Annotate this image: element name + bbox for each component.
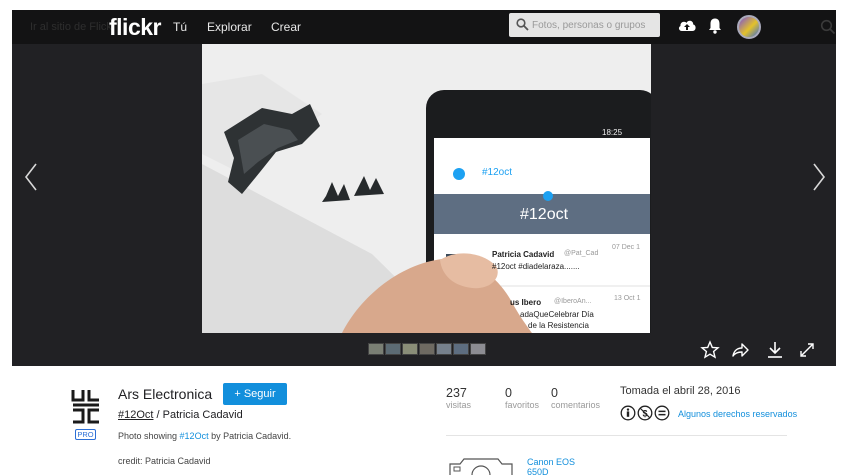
phone-app-title: #12oct — [482, 167, 513, 178]
tweet1-date: 07 Dec 1 — [612, 244, 641, 251]
filmstrip-thumb[interactable] — [436, 343, 452, 355]
skip-link[interactable]: Ir al sitio de Flickr — [30, 21, 116, 33]
camera-icon — [449, 458, 513, 475]
search-input[interactable] — [532, 16, 656, 34]
cc-noderivs-icon — [654, 405, 670, 421]
user-avatar[interactable] — [737, 15, 761, 39]
photo-filmstrip — [368, 343, 486, 355]
description-prefix: Photo showing — [118, 431, 180, 441]
share-icon[interactable] — [730, 340, 750, 360]
faves-count: 0 — [505, 386, 512, 400]
faves-stat: 0 favoritos — [505, 386, 539, 410]
fullscreen-icon[interactable] — [797, 340, 817, 360]
description-suffix: by Patricia Cadavid. — [208, 431, 292, 441]
filmstrip-thumb[interactable] — [453, 343, 469, 355]
nav-crear[interactable]: Crear — [271, 20, 301, 34]
cc-noncommercial-icon: $ — [637, 405, 653, 421]
tweet1-handle: @Pat_Cad — [564, 250, 599, 257]
star-icon[interactable] — [700, 340, 720, 360]
faves-label: favoritos — [505, 400, 540, 410]
tweet2-line1: adaQueCelebrar Día — [520, 310, 594, 319]
previous-photo-arrow[interactable] — [24, 162, 38, 192]
info-divider — [446, 435, 787, 436]
bell-icon[interactable] — [708, 17, 722, 35]
cc-attribution-icon — [620, 405, 636, 421]
tweet2-line2: de la Resistencia — [528, 321, 589, 330]
title-author: Patricia Cadavid — [162, 409, 243, 421]
filmstrip-thumb[interactable] — [470, 343, 486, 355]
upload-icon[interactable] — [677, 17, 697, 35]
tweet2-handle: @IberoAn... — [554, 298, 592, 305]
search-box[interactable] — [509, 13, 660, 37]
photo-stage: 18:25 #12oct #12oct Patricia Cadavid @Pa… — [12, 44, 836, 366]
pro-badge: PRO — [75, 429, 96, 440]
nav-explorar[interactable]: Explorar — [207, 20, 252, 34]
search-icon — [516, 18, 529, 31]
views-count: 237 — [446, 386, 467, 400]
title-separator: / — [153, 409, 163, 421]
owner-name-link[interactable]: Ars Electronica — [118, 386, 212, 402]
top-navigation-bar: Ir al sitio de Flickr flickr Tú Explorar… — [12, 10, 836, 44]
phone-banner-text: #12oct — [520, 206, 569, 223]
comments-count: 0 — [551, 386, 558, 400]
filmstrip-thumb[interactable] — [402, 343, 418, 355]
flickr-logo[interactable]: flickr — [109, 14, 161, 41]
filmstrip-thumb[interactable] — [385, 343, 401, 355]
tweet1-author: Patricia Cadavid — [492, 250, 555, 259]
follow-button[interactable]: + Seguir — [223, 383, 287, 405]
ghost-search-icon[interactable] — [820, 19, 836, 35]
download-icon[interactable] — [765, 340, 785, 360]
license-icons[interactable]: $ — [620, 405, 674, 421]
tweet1-text: #12oct #diadelaraza....... — [492, 262, 580, 271]
nav-tu[interactable]: Tú — [173, 20, 187, 34]
photo-title: #12Oct / Patricia Cadavid — [118, 409, 243, 421]
filmstrip-thumb[interactable] — [419, 343, 435, 355]
comments-label: comentarios — [551, 400, 601, 410]
photo-scene — [202, 44, 651, 333]
ars-electronica-logo-icon[interactable] — [71, 388, 101, 424]
photo-description: Photo showing #12Oct by Patricia Cadavid… — [118, 431, 291, 441]
photo-credit: credit: Patricia Cadavid — [118, 456, 211, 466]
date-taken[interactable]: Tomada el abril 28, 2016 — [620, 385, 740, 397]
next-photo-arrow[interactable] — [812, 162, 826, 192]
camera-model-link[interactable]: Canon EOS 650D — [527, 457, 587, 475]
phone-status-time: 18:25 — [602, 128, 623, 137]
views-stat: 237 visitas — [446, 386, 471, 410]
title-hashtag: #12Oct — [118, 409, 154, 421]
description-hashtag-link[interactable]: #12Oct — [180, 431, 209, 441]
tweet2-date: 13 Oct 1 — [614, 295, 641, 302]
views-label: visitas — [446, 400, 472, 410]
comments-stat: 0 comentarios — [551, 386, 600, 410]
main-photo[interactable]: 18:25 #12oct #12oct Patricia Cadavid @Pa… — [202, 44, 651, 333]
tweet2-author: us Ibero — [510, 298, 542, 307]
filmstrip-thumb[interactable] — [368, 343, 384, 355]
license-link[interactable]: Algunos derechos reservados — [678, 409, 797, 419]
